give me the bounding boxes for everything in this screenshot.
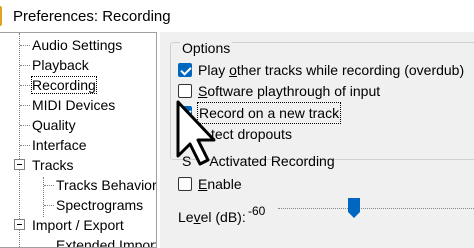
record-new-track-label: Record on a new track <box>196 102 342 124</box>
tree-connector <box>43 177 44 217</box>
level-slider-track[interactable] <box>278 208 474 209</box>
checkbox-unchecked-icon <box>178 84 192 98</box>
tree-item-label: Tracks Behaviors <box>56 177 157 193</box>
level-value: -60 <box>248 204 266 218</box>
tree-connector <box>44 185 54 186</box>
software-playthrough-label: Software playthrough of input <box>198 83 381 99</box>
tree-item-midi-devices[interactable]: MIDI Devices <box>32 95 115 115</box>
tree-item-interface[interactable]: Interface <box>32 135 86 155</box>
tree-item-label: Interface <box>32 137 87 153</box>
preferences-tree[interactable]: Audio Settings Playback Recording MIDI D… <box>0 32 157 248</box>
tree-connector <box>44 205 54 206</box>
tree-item-playback[interactable]: Playback <box>32 55 89 75</box>
tree-item-audio-settings[interactable]: Audio Settings <box>32 35 122 55</box>
options-title: Options <box>180 40 233 56</box>
tree-item-label: Playback <box>32 57 89 73</box>
tree-item-import-export[interactable]: Import / Export <box>32 215 124 235</box>
collapse-icon[interactable] <box>14 219 25 230</box>
tree-item-tracks-behaviors[interactable]: Tracks Behaviors <box>56 175 157 195</box>
tree-connector <box>20 45 30 46</box>
tree-connector <box>20 125 30 126</box>
tree-item-tracks[interactable]: Tracks <box>32 155 73 175</box>
enable-label: Enable <box>198 176 242 192</box>
tree-item-label: Tracks <box>32 157 74 173</box>
window-title: Preferences: Recording <box>13 8 171 25</box>
tree-connector <box>20 65 30 66</box>
tree-item-extended-import[interactable]: Extended Import <box>56 235 157 248</box>
collapse-icon[interactable] <box>14 159 25 170</box>
detect-dropouts-label: tect dropouts <box>211 126 292 142</box>
tree-connector <box>20 145 30 146</box>
tree-item-label: Recording <box>31 76 97 94</box>
play-other-tracks-label: Play other tracks while recording (overd… <box>198 62 465 78</box>
tree-item-label: Extended Import <box>56 237 157 248</box>
tree-connector <box>20 105 30 106</box>
tree-item-spectrograms[interactable]: Spectrograms <box>56 195 143 215</box>
tree-item-label: Audio Settings <box>32 37 123 53</box>
checkbox-checked-icon <box>178 63 192 77</box>
tree-item-label: Quality <box>32 117 76 133</box>
checkbox-unchecked-icon <box>178 177 192 191</box>
tree-item-label: Spectrograms <box>56 197 144 213</box>
tree-item-label: Import / Export <box>32 217 124 233</box>
tree-item-quality[interactable]: Quality <box>32 115 76 135</box>
level-label: Level (dB): <box>178 209 246 225</box>
mouse-cursor-icon <box>176 100 216 166</box>
title-bar: Preferences: Recording <box>0 0 474 32</box>
tree-item-label: MIDI Devices <box>32 97 116 113</box>
app-icon <box>0 6 2 26</box>
tree-item-recording[interactable]: Recording <box>31 75 97 95</box>
tree-connector <box>20 85 30 86</box>
